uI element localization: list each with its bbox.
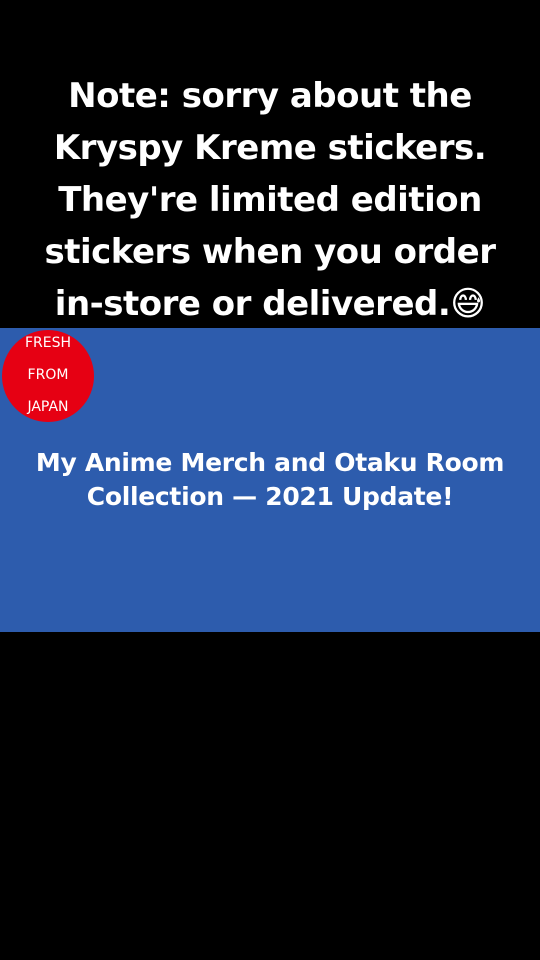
video-title-line: Collection — 2021 Update! <box>86 482 454 511</box>
video-title-line: My Anime Merch and Otaku Room <box>35 448 505 477</box>
badge-line: JAPAN <box>27 399 69 415</box>
caption-text: Note: sorry about the Kryspy Kreme stick… <box>20 70 520 330</box>
video-title: My Anime Merch and Otaku Room Collection… <box>20 446 520 514</box>
badge-line: FRESH <box>24 335 72 351</box>
fresh-from-japan-badge: FRESH FROM JAPAN <box>2 330 94 422</box>
badge-line: FROM <box>27 367 69 383</box>
caption-area: Note: sorry about the Kryspy Kreme stick… <box>0 0 540 328</box>
caption-line: in-store or delivered.😅 <box>54 284 486 324</box>
caption-line: Kryspy Kreme stickers. <box>53 128 487 168</box>
caption-line: They're limited edition <box>58 180 482 220</box>
video-frame[interactable]: FRESH FROM JAPAN My Anime Merch and Otak… <box>0 328 540 632</box>
caption-line: Note: sorry about the <box>68 76 472 116</box>
caption-line: stickers when you order <box>44 232 496 272</box>
bottom-black-area <box>0 632 540 960</box>
